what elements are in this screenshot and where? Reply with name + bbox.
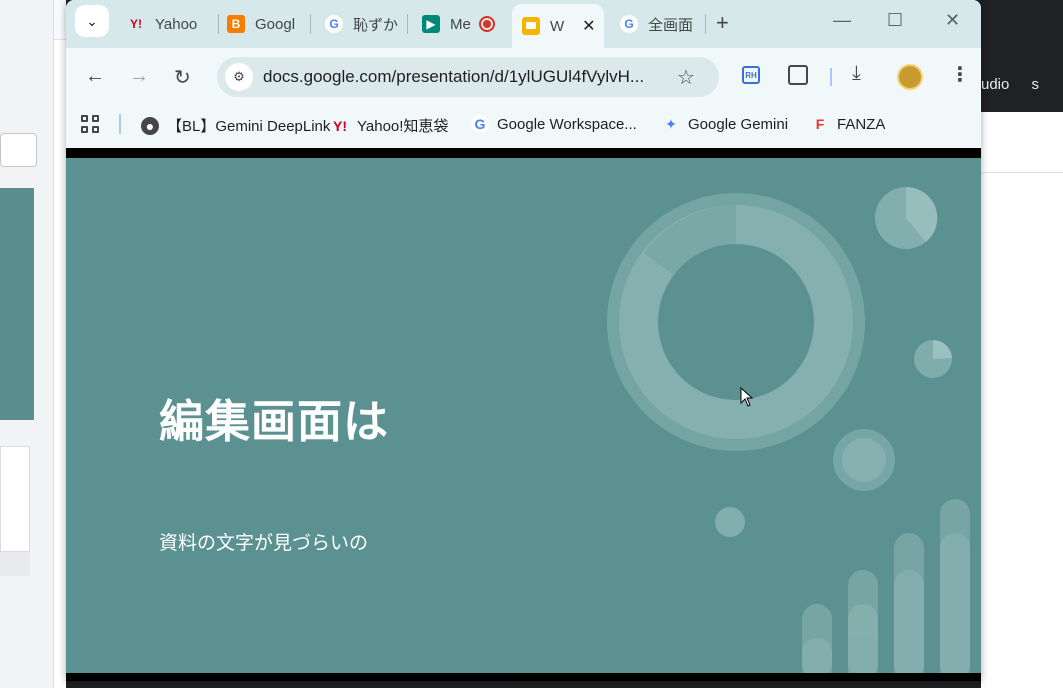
chevron-down-icon: ⌄ [86, 12, 98, 29]
bookmark-fanza[interactable]: F FANZA [811, 115, 886, 133]
tab-label: 恥ずか [353, 16, 399, 34]
tab-label: Me [450, 15, 471, 33]
background-window-right: udio s [981, 0, 1063, 688]
tab-label: Googl [255, 15, 296, 33]
tab-google-slides[interactable]: W ✕ [512, 4, 604, 48]
bookmark-label: Google Gemini [688, 115, 789, 133]
minimize-button[interactable]: — [833, 10, 851, 31]
background-divider [981, 172, 1063, 173]
bookmark-gemini-deeplink[interactable]: ● 【BL】Gemini DeepLink [141, 115, 330, 136]
background-toolbar [981, 0, 1063, 112]
slide-subtitle: 資料の文字が見づらいの [159, 533, 369, 554]
new-tab-button[interactable]: + [716, 10, 729, 36]
google-icon: G [325, 15, 343, 33]
background-window-left [0, 0, 66, 688]
globe-icon: ● [141, 116, 159, 135]
yahoo-icon: Y! [333, 117, 347, 134]
bookmark-label: FANZA [837, 115, 886, 133]
yahoo-icon: Y! [130, 17, 142, 31]
maximize-button[interactable]: ☐ [887, 10, 903, 31]
tab-label: W [550, 17, 565, 35]
background-taskbar [518, 680, 890, 688]
tab-fullscreen[interactable]: G 全画面 [610, 8, 706, 40]
google-meet-icon: ▶ [422, 15, 440, 33]
tab-google-meet[interactable]: ▶ Me [408, 8, 508, 40]
bookmark-google-gemini[interactable]: ✦ Google Gemini [662, 115, 788, 133]
background-bookmark-text: udio s [981, 76, 1040, 93]
bookmark-yahoo-chiebukuro[interactable]: Y! Yahoo!知恵袋 [331, 115, 448, 136]
browser-toolbar: ← → ↻ ⚙ docs.google.com/presentation/d/1… [66, 48, 981, 106]
tab-label: Yahoo [155, 15, 198, 33]
forward-button[interactable]: → [129, 65, 149, 88]
slide-thumbnail[interactable] [0, 188, 34, 420]
panel-strip [0, 552, 30, 576]
bookmark-label: Yahoo!知恵袋 [357, 118, 449, 135]
fanza-icon: F [815, 116, 825, 132]
recording-icon [478, 16, 495, 32]
apps-grid-icon[interactable] [81, 115, 99, 133]
tab-google-search[interactable]: G 恥ずか [311, 8, 408, 40]
slide[interactable]: 編集画面は 資料の文字が見づらいの [66, 158, 981, 673]
blogger-icon: B [227, 15, 245, 33]
extensions-icon[interactable] [788, 65, 808, 85]
google-slides-icon [522, 17, 540, 35]
bookmark-label: 【BL】Gemini DeepLink [167, 118, 331, 135]
rh-extension-icon[interactable]: RH [742, 66, 760, 84]
site-info-icon[interactable]: ⚙ [225, 63, 253, 91]
close-tab-icon[interactable]: ✕ [582, 16, 595, 36]
bookmarks-bar: ● 【BL】Gemini DeepLink Y! Yahoo!知恵袋 G Goo… [66, 106, 981, 148]
browser-window: ⌄ Y! Yahoo B Googl G 恥ずか ▶ Me W ✕ G 全画面 … [66, 0, 981, 681]
tab-yahoo[interactable]: Y! Yahoo [119, 8, 219, 40]
google-icon: G [471, 115, 489, 133]
toolbar-separator [830, 68, 832, 86]
url-text[interactable]: docs.google.com/presentation/d/1ylUGUl4f… [263, 67, 644, 87]
gemini-icon: ✦ [665, 115, 677, 132]
tab-label: 全画面 [648, 16, 694, 34]
bookmark-star-icon[interactable]: ☆ [677, 65, 695, 90]
bookmark-label: Google Workspace... [497, 115, 637, 133]
bookmark-google-workspace[interactable]: G Google Workspace... [471, 115, 637, 133]
slide-title: 編集画面は [159, 396, 390, 447]
profile-avatar[interactable] [897, 64, 923, 90]
reload-button[interactable]: ↻ [174, 65, 191, 90]
tab-strip: ⌄ Y! Yahoo B Googl G 恥ずか ▶ Me W ✕ G 全画面 … [66, 0, 981, 48]
tab-blogger[interactable]: B Googl [219, 8, 311, 40]
address-bar[interactable]: ⚙ docs.google.com/presentation/d/1ylUGUl… [217, 57, 719, 97]
back-button[interactable]: ← [85, 65, 105, 88]
slide-thumbnail-2[interactable] [0, 446, 30, 552]
slide-presentation-area: 編集画面は 資料の文字が見づらいの [66, 148, 981, 681]
bookmarks-separator [119, 114, 121, 134]
google-icon: G [620, 15, 638, 33]
close-window-button[interactable]: ✕ [945, 10, 960, 31]
mouse-cursor-icon [740, 387, 754, 407]
tab-search-button[interactable]: ⌄ [75, 5, 109, 37]
background-select [0, 133, 37, 167]
download-icon[interactable]: ⤓ [852, 62, 861, 85]
menu-icon[interactable]: ⋮ [950, 62, 970, 87]
